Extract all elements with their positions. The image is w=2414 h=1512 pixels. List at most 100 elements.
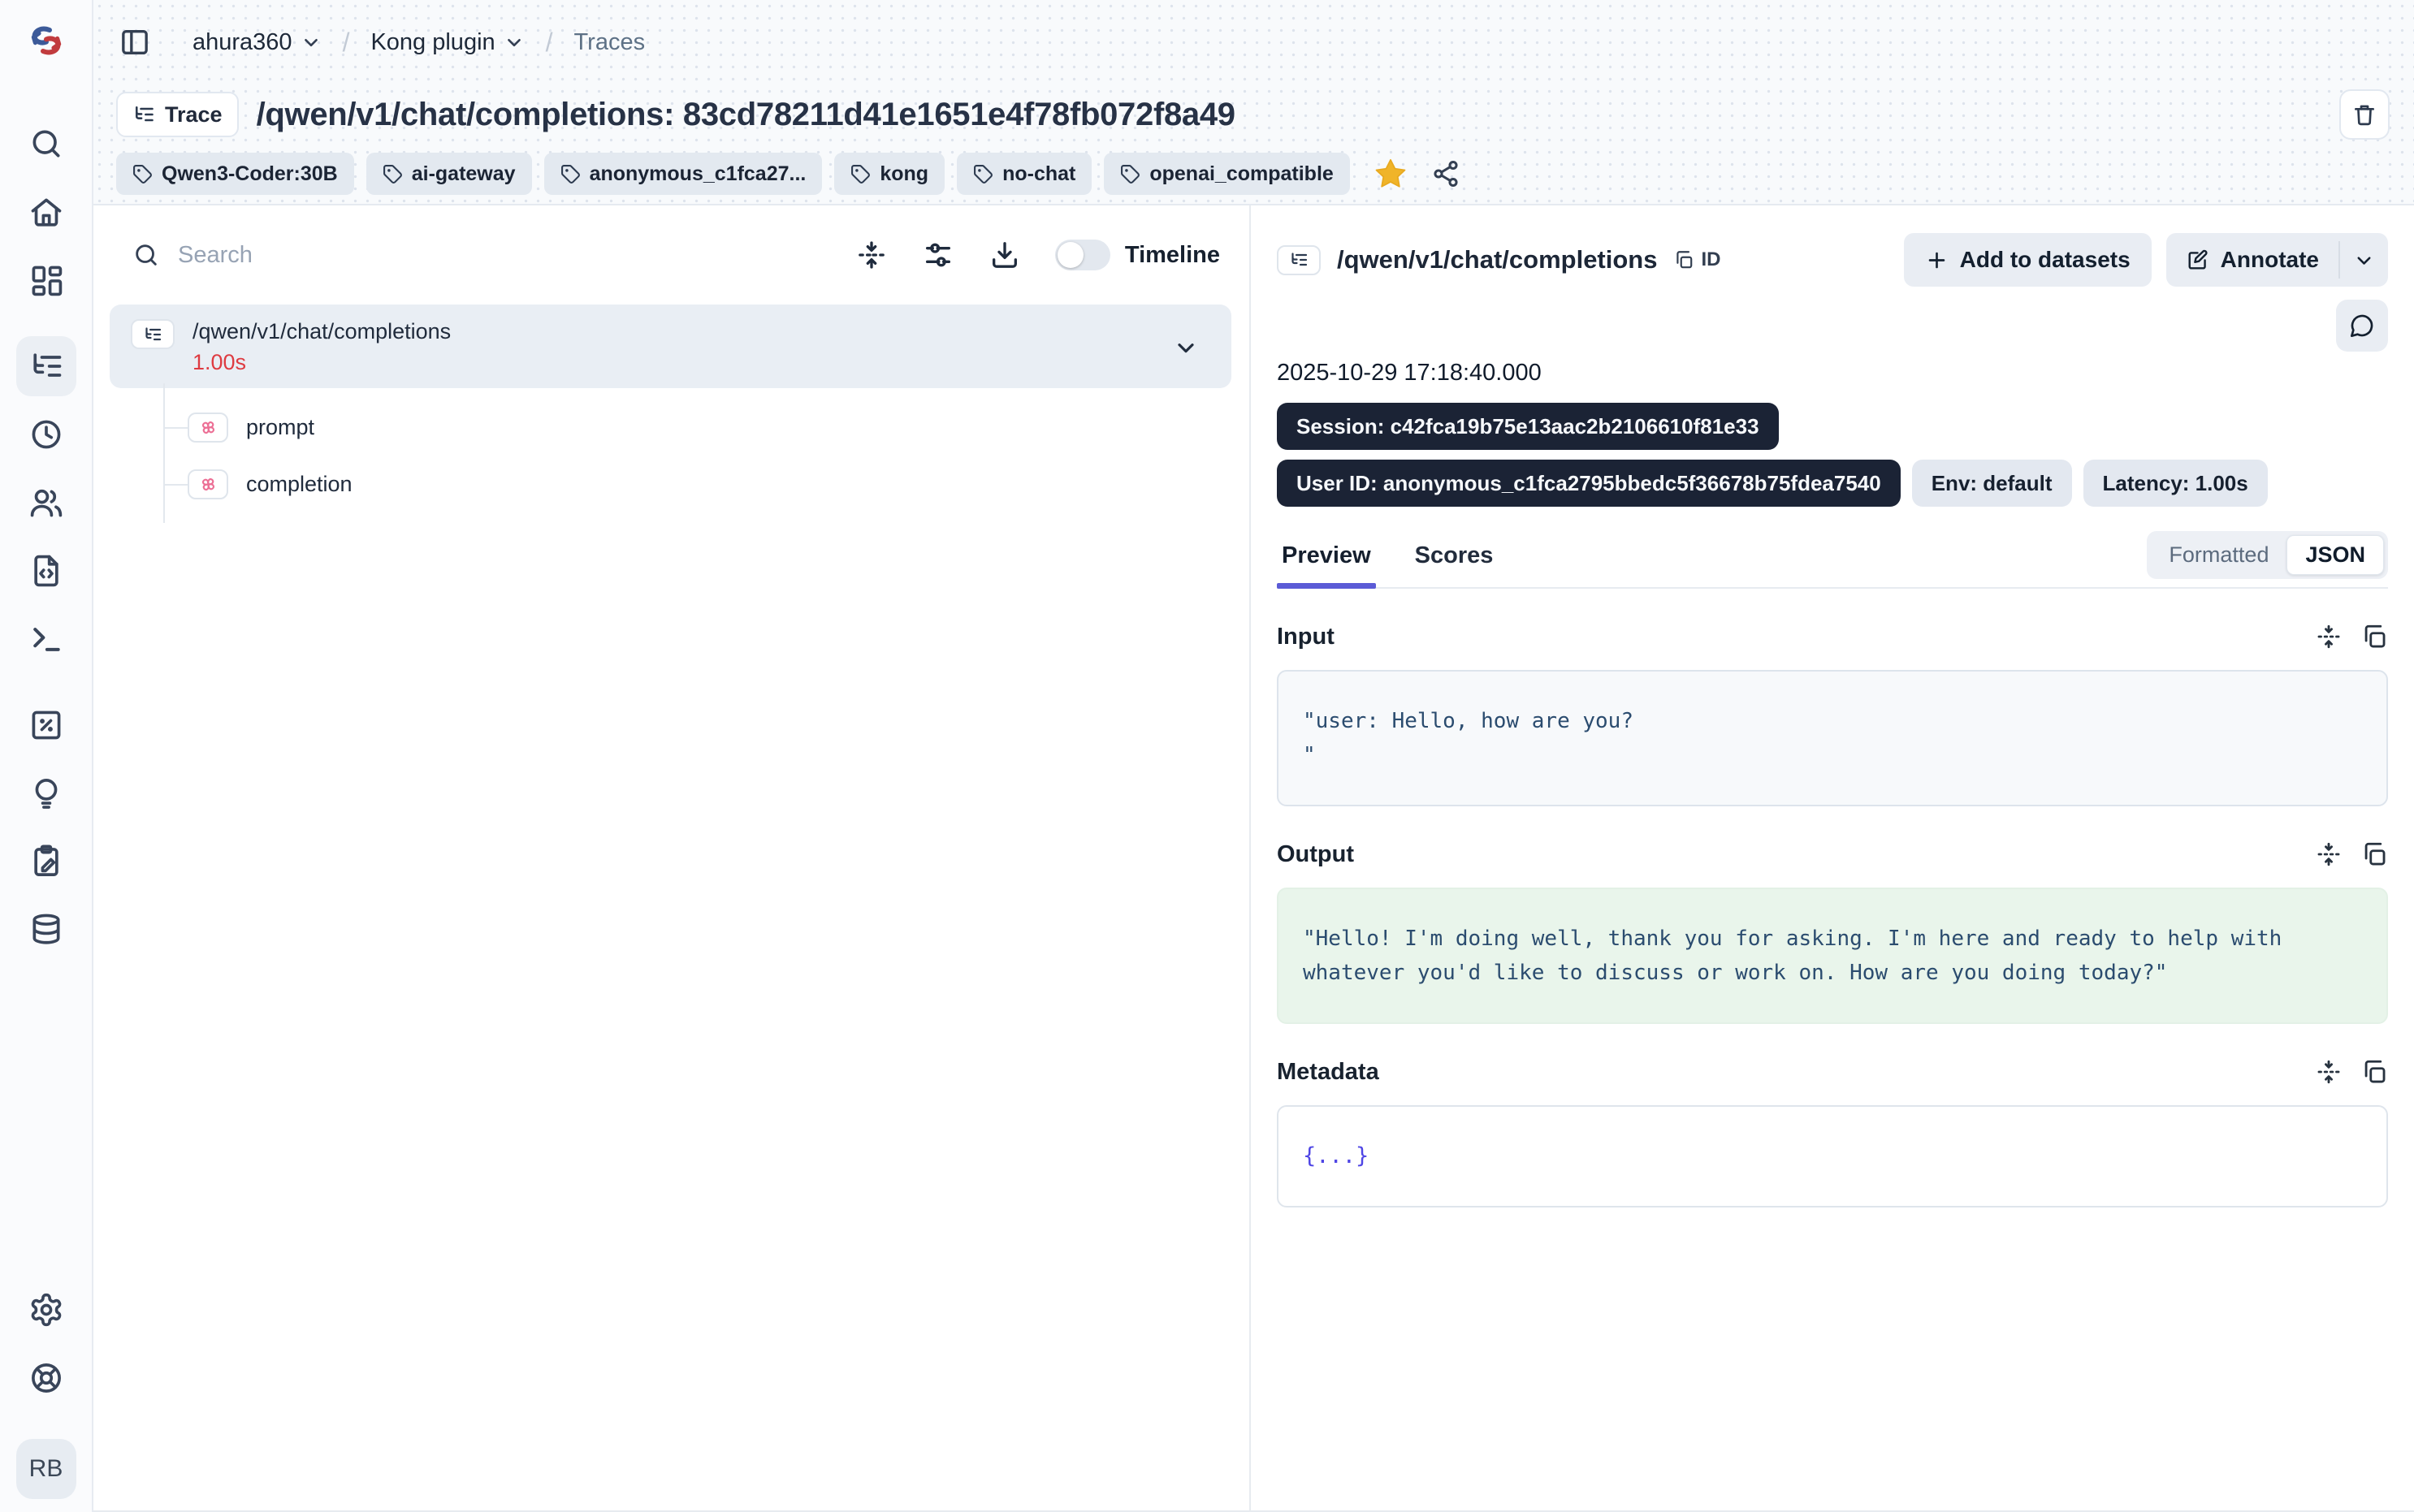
format-option-json[interactable]: JSON [2286,535,2384,575]
sidebar-item-dashboards[interactable] [16,250,76,310]
copy-icon[interactable] [2360,1058,2388,1086]
sidebar-item-search[interactable] [16,114,76,174]
toggle-knob [1058,242,1084,268]
breadcrumb-project-dropdown[interactable]: ahura360 [193,29,322,56]
breadcrumb-page-traces[interactable]: Traces [574,29,646,56]
fold-vertical-icon[interactable] [2315,840,2343,868]
app-root: RB ahura360 / Kong plugin [0,0,2414,1512]
sidebar-rail: RB [0,0,93,1512]
input-section-label: Input [1277,624,2297,650]
session-badge[interactable]: Session: c42fca19b75e13aac2b2106610f81e3… [1277,403,1779,450]
tag-chip[interactable]: kong [834,153,945,195]
chevron-down-icon[interactable] [1173,335,1199,361]
format-option-formatted[interactable]: Formatted [2151,536,2286,574]
user-avatar[interactable]: RB [16,1439,76,1499]
topbar: ahura360 / Kong plugin / Traces [116,0,2390,84]
tree-root-row[interactable]: /qwen/v1/chat/completions 1.00s [110,305,1231,388]
output-section: Output "Hello! I'm doing well, thank you… [1277,840,2388,1024]
sidebar-item-support[interactable] [16,1348,76,1408]
sidebar-toggle-button[interactable] [116,24,154,61]
breadcrumb-section-dropdown[interactable]: Kong plugin [370,29,524,56]
add-to-datasets-button[interactable]: Add to datasets [1904,233,2152,287]
trace-node-badge [1277,245,1321,275]
search-icon [132,241,160,269]
breadcrumb-separator: / [546,28,553,58]
tree-item-label: completion [246,472,353,497]
fold-vertical-icon[interactable] [2315,623,2343,650]
tag-chip[interactable]: Qwen3-Coder:30B [116,153,354,195]
tab-preview[interactable]: Preview [1277,534,1376,587]
list-tree-icon [1289,250,1309,270]
user-id-badge[interactable]: User ID: anonymous_c1fca2795bbedc5f36678… [1277,460,1901,507]
tag-chip[interactable]: anonymous_c1fca27... [544,153,823,195]
sidebar-item-evaluators[interactable] [16,695,76,755]
file-code-icon [28,553,64,589]
copy-icon[interactable] [2360,840,2388,868]
tree-item-prompt[interactable]: prompt [188,401,1231,453]
tab-scores[interactable]: Scores [1410,534,1499,587]
trace-type-label: Trace [165,102,223,127]
sidebar-item-settings[interactable] [16,1280,76,1340]
sidebar-item-traces[interactable] [16,336,76,396]
home-icon [28,194,64,230]
annotate-label: Annotate [2221,247,2319,273]
tag-icon [973,164,993,184]
lightbulb-icon [28,775,64,811]
metadata-content[interactable]: {...} [1277,1105,2388,1207]
main-area: ahura360 / Kong plugin / Traces [93,0,2414,1512]
fold-vertical-icon[interactable] [2315,1058,2343,1086]
copy-icon[interactable] [2360,623,2388,650]
sidebar-item-annotations[interactable] [16,832,76,892]
tree-toolbar: Timeline [110,228,1231,282]
output-section-label: Output [1277,841,2297,868]
collapse-all-icon[interactable] [855,239,888,271]
input-section: Input "user: Hello, how are you? " [1277,623,2388,806]
tags-row: Qwen3-Coder:30B ai-gateway anonymous_c1f… [116,153,2390,195]
search-input[interactable] [178,242,821,269]
detail-tabs: Preview Scores Formatted JSON [1277,531,2388,589]
delete-trace-button[interactable] [2339,89,2390,140]
event-pinwheel-icon [197,417,219,438]
timeline-label: Timeline [1125,242,1220,269]
tag-icon [1120,164,1140,184]
tag-chip[interactable]: openai_compatible [1104,153,1349,195]
tag-icon [560,164,581,184]
detail-title-group: /qwen/v1/chat/completions ID [1277,245,1904,275]
comments-button[interactable] [2336,300,2388,352]
sidebar-bottom: RB [16,1280,76,1512]
sidebar-item-prompts[interactable] [16,541,76,601]
tag-icon [850,164,871,184]
copy-id-button[interactable]: ID [1673,248,1720,271]
trace-tree: /qwen/v1/chat/completions 1.00s [110,305,1231,510]
download-icon[interactable] [989,239,1021,271]
detail-title: /qwen/v1/chat/completions [1337,245,1657,274]
sidebar-item-sessions[interactable] [16,404,76,464]
sidebar-item-datasets[interactable] [16,900,76,960]
sidebar-item-home[interactable] [16,182,76,242]
share-button[interactable] [1431,159,1460,188]
tree-root-name: /qwen/v1/chat/completions [193,319,1173,344]
timeline-toggle[interactable] [1055,240,1110,270]
tag-label: ai-gateway [412,162,516,186]
breadcrumb: ahura360 / Kong plugin / Traces [193,28,645,58]
sidebar-item-playground[interactable] [16,609,76,669]
database-icon [28,912,64,948]
annotate-button-group: Annotate [2166,233,2388,287]
sidebar-item-insights[interactable] [16,763,76,823]
tag-chip[interactable]: ai-gateway [366,153,532,195]
filter-settings-icon[interactable] [922,239,954,271]
gear-icon [28,1292,64,1328]
tag-chip[interactable]: no-chat [957,153,1092,195]
favorite-star-button[interactable] [1374,157,1408,191]
trace-title-row: Trace /qwen/v1/chat/completions: 83cd782… [116,89,2390,140]
tree-item-completion[interactable]: completion [188,458,1231,510]
annotate-dropdown-button[interactable] [2340,233,2388,287]
annotate-button[interactable]: Annotate [2166,233,2338,287]
share-icon [1431,159,1460,188]
tag-label: no-chat [1002,162,1075,186]
chevron-down-icon [2353,249,2375,271]
panel-left-icon [119,26,151,58]
sidebar-item-users[interactable] [16,473,76,533]
sidebar-nav [16,114,76,968]
breadcrumb-section-label: Kong plugin [370,29,495,56]
